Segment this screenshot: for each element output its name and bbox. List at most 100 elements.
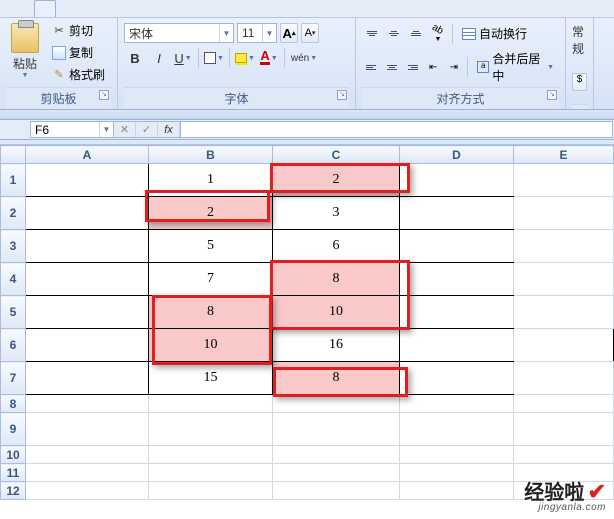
format-painter-button[interactable]: ✎ 格式刷	[48, 64, 109, 85]
cell-C10[interactable]	[273, 446, 400, 464]
cell-A4[interactable]	[26, 263, 149, 296]
cell-A6[interactable]	[26, 329, 149, 362]
cell-D11[interactable]	[400, 464, 514, 482]
row-head-11[interactable]: 11	[1, 464, 26, 482]
row-head-5[interactable]: 5	[1, 296, 26, 329]
orientation-button[interactable]: ab▼	[428, 24, 448, 44]
cell-D3[interactable]	[400, 230, 514, 263]
cell-D5[interactable]	[400, 296, 514, 329]
cell-A3[interactable]	[26, 230, 149, 263]
cell-A11[interactable]	[26, 464, 149, 482]
cell-A1[interactable]	[26, 164, 149, 197]
cell-C11[interactable]	[273, 464, 400, 482]
cell-D2[interactable]	[400, 197, 514, 230]
formula-input[interactable]	[181, 121, 613, 138]
cell-C6[interactable]: 16	[273, 329, 400, 362]
cell-D6[interactable]	[400, 329, 514, 362]
currency-button[interactable]: $	[572, 73, 587, 91]
cell-E10[interactable]	[514, 446, 614, 464]
col-head-D[interactable]: D	[400, 146, 514, 164]
cell-B7[interactable]: 15	[149, 362, 273, 395]
fx-button[interactable]: fx	[158, 122, 180, 137]
cell-C2[interactable]: 3	[273, 197, 400, 230]
cell-D1[interactable]	[400, 164, 514, 197]
bold-button[interactable]: B	[124, 47, 146, 69]
cell-D12[interactable]	[400, 482, 514, 500]
chevron-down-icon[interactable]: ▼	[219, 24, 233, 42]
underline-button[interactable]: U▼	[172, 47, 194, 69]
row-head-6[interactable]: 6	[1, 329, 26, 362]
decrease-font-button[interactable]: A▾	[301, 23, 319, 43]
cell-B10[interactable]	[149, 446, 273, 464]
row-head-2[interactable]: 2	[1, 197, 26, 230]
font-name-combo[interactable]: 宋体 ▼	[124, 23, 234, 43]
copy-button[interactable]: 复制	[48, 42, 109, 63]
name-box[interactable]: F6 ▼	[30, 121, 114, 138]
cell-E7[interactable]	[514, 362, 614, 395]
align-middle-button[interactable]	[384, 24, 404, 44]
align-top-button[interactable]	[362, 24, 382, 44]
cell-E1[interactable]	[514, 164, 614, 197]
number-format-label[interactable]: 常规	[572, 20, 587, 60]
grid[interactable]: A B C D E 1 1 2 2 2 3 3 5 6 4 7 8 5	[0, 145, 614, 500]
cell-A7[interactable]	[26, 362, 149, 395]
row-head-9[interactable]: 9	[1, 413, 26, 446]
cell-E9[interactable]	[514, 413, 614, 446]
cell-B8[interactable]	[149, 395, 273, 413]
row-head-10[interactable]: 10	[1, 446, 26, 464]
cell-B12[interactable]	[149, 482, 273, 500]
cell-B11[interactable]	[149, 464, 273, 482]
cell-B3[interactable]: 5	[149, 230, 273, 263]
cell-C7[interactable]: 8	[273, 362, 400, 395]
select-all-corner[interactable]	[1, 146, 26, 164]
align-right-button[interactable]	[403, 57, 422, 77]
border-button[interactable]: ▼	[203, 47, 225, 69]
italic-button[interactable]: I	[148, 47, 170, 69]
cell-B4[interactable]: 7	[149, 263, 273, 296]
fill-color-button[interactable]: ▼	[234, 47, 256, 69]
decrease-indent-button[interactable]: ⇤	[424, 57, 443, 77]
row-head-1[interactable]: 1	[1, 164, 26, 197]
cell-D7[interactable]	[400, 362, 514, 395]
cell-B9[interactable]	[149, 413, 273, 446]
cell-D4[interactable]	[400, 263, 514, 296]
cell-C1[interactable]: 2	[273, 164, 400, 197]
cell-A10[interactable]	[26, 446, 149, 464]
cell-A2[interactable]	[26, 197, 149, 230]
cell-C4[interactable]: 8	[273, 263, 400, 296]
align-left-button[interactable]	[362, 57, 381, 77]
align-bottom-button[interactable]	[406, 24, 426, 44]
cell-B2[interactable]: 2	[149, 197, 273, 230]
align-center-button[interactable]	[383, 57, 402, 77]
row-head-8[interactable]: 8	[1, 395, 26, 413]
cell-E5[interactable]	[514, 296, 614, 329]
merge-center-button[interactable]: 合并后居中 ▼	[472, 48, 559, 86]
cell-C3[interactable]: 6	[273, 230, 400, 263]
cell-C12[interactable]	[273, 482, 400, 500]
font-size-combo[interactable]: 11 ▼	[237, 23, 277, 43]
phonetic-button[interactable]: wén▼	[289, 47, 319, 69]
cell-C8[interactable]	[273, 395, 400, 413]
font-color-button[interactable]: A▼	[258, 47, 280, 69]
cell-D8[interactable]	[400, 395, 514, 413]
cell-A9[interactable]	[26, 413, 149, 446]
row-head-4[interactable]: 4	[1, 263, 26, 296]
cell-D10[interactable]	[400, 446, 514, 464]
cell-E4[interactable]	[514, 263, 614, 296]
cell-B6[interactable]: 10	[149, 329, 273, 362]
cell-D9[interactable]	[400, 413, 514, 446]
increase-indent-button[interactable]: ⇥	[445, 57, 464, 77]
paste-button[interactable]: 粘贴 ▼	[6, 20, 44, 87]
increase-font-button[interactable]: A▴	[280, 23, 298, 43]
cell-E3[interactable]	[514, 230, 614, 263]
col-head-B[interactable]: B	[149, 146, 273, 164]
cell-C9[interactable]	[273, 413, 400, 446]
cell-E8[interactable]	[514, 395, 614, 413]
col-head-A[interactable]: A	[26, 146, 149, 164]
cell-B5[interactable]: 8	[149, 296, 273, 329]
cell-A8[interactable]	[26, 395, 149, 413]
col-head-C[interactable]: C	[273, 146, 400, 164]
active-tab[interactable]	[34, 0, 56, 17]
chevron-down-icon[interactable]: ▼	[99, 122, 113, 137]
align-expand-icon[interactable]: ↘	[547, 90, 557, 100]
